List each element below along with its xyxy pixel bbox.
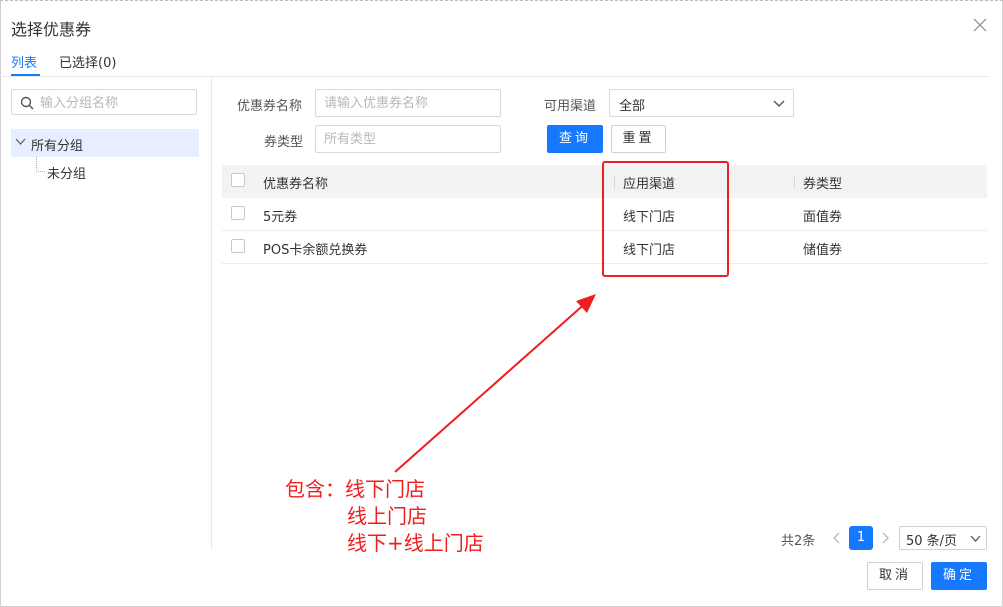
chevron-right-icon[interactable] xyxy=(879,531,891,545)
page-size-select[interactable]: 50 条/页 xyxy=(899,526,987,550)
pagination-total: 共2条 xyxy=(781,534,816,549)
confirm-button[interactable]: 确定 xyxy=(931,562,987,590)
annotation-text-line: 包含：线下门店 xyxy=(285,477,425,501)
annotation-text-line: 线上门店 xyxy=(347,504,427,528)
page-size-value: 50 条/页 xyxy=(906,534,958,549)
chevron-down-icon xyxy=(970,535,981,542)
annotation-arrow xyxy=(394,294,596,473)
annotation-text-line: 线下+线上门店 xyxy=(347,531,484,555)
cancel-button[interactable]: 取消 xyxy=(867,562,923,590)
pagination-page-button[interactable]: 1 xyxy=(849,526,873,550)
chevron-left-icon[interactable] xyxy=(831,531,843,545)
